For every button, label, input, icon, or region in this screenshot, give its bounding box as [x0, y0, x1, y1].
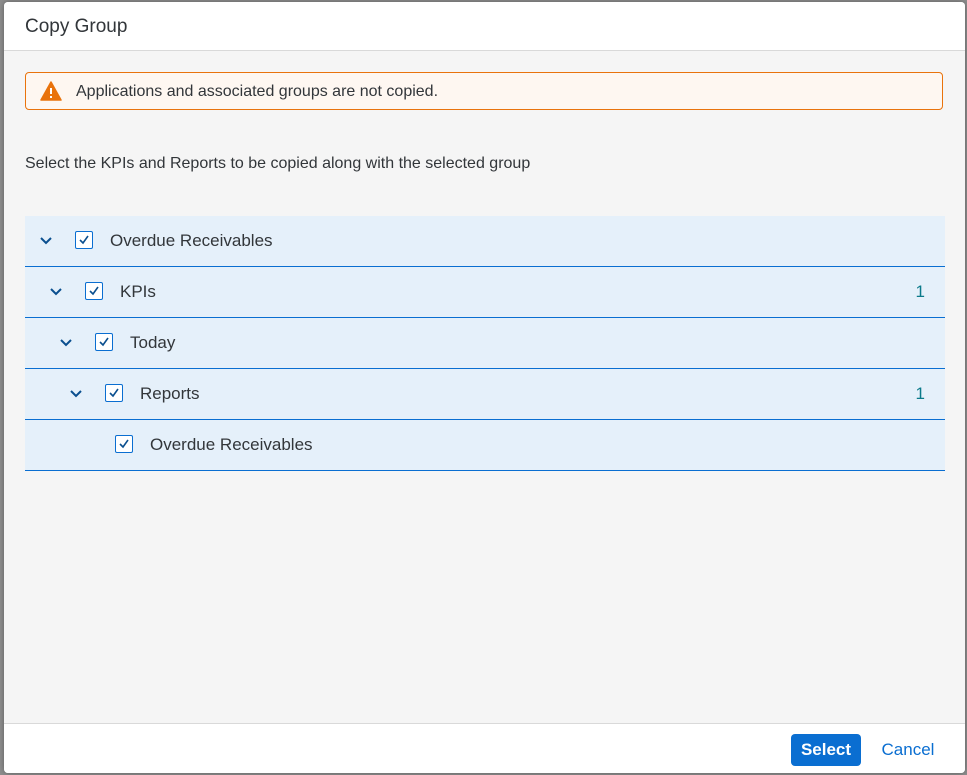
dialog-footer: Select Cancel [4, 723, 965, 773]
tree-row-count: 1 [915, 384, 925, 403]
dialog-title: Copy Group [25, 16, 128, 37]
dialog-header: Copy Group [4, 2, 965, 51]
tree-row-today[interactable]: Today [25, 318, 945, 369]
checkbox-checked[interactable] [85, 282, 103, 300]
checkbox-checked[interactable] [75, 231, 93, 249]
tree-row-label: KPIs [120, 282, 156, 301]
chevron-down-icon[interactable] [57, 334, 75, 352]
warning-text: Applications and associated groups are n… [76, 83, 439, 100]
select-button[interactable]: Select [791, 734, 861, 766]
cancel-button[interactable]: Cancel [872, 734, 944, 766]
instruction-text: Select the KPIs and Reports to be copied… [25, 155, 531, 172]
checkbox-checked[interactable] [105, 384, 123, 402]
tree-row-report-item[interactable]: Overdue Receivables [25, 420, 945, 471]
tree-row-label: Today [130, 333, 176, 352]
copy-group-dialog: Copy Group Applications and associated g… [4, 2, 965, 773]
checkbox-checked[interactable] [115, 435, 133, 453]
tree-row-label: Overdue Receivables [150, 435, 313, 454]
chevron-down-icon[interactable] [37, 232, 55, 250]
tree-row-label: Reports [140, 384, 200, 403]
checkbox-checked[interactable] [95, 333, 113, 351]
kpi-report-tree: Overdue Receivables KPIs 1 Today Reports… [25, 216, 945, 471]
warning-triangle-icon [40, 81, 62, 101]
warning-message-strip: Applications and associated groups are n… [25, 72, 943, 110]
chevron-down-icon[interactable] [47, 283, 65, 301]
tree-row-group[interactable]: Overdue Receivables [25, 216, 945, 267]
tree-row-reports[interactable]: Reports 1 [25, 369, 945, 420]
tree-row-label: Overdue Receivables [110, 231, 273, 250]
chevron-down-icon[interactable] [67, 385, 85, 403]
tree-row-count: 1 [915, 282, 925, 301]
tree-row-kpis[interactable]: KPIs 1 [25, 267, 945, 318]
